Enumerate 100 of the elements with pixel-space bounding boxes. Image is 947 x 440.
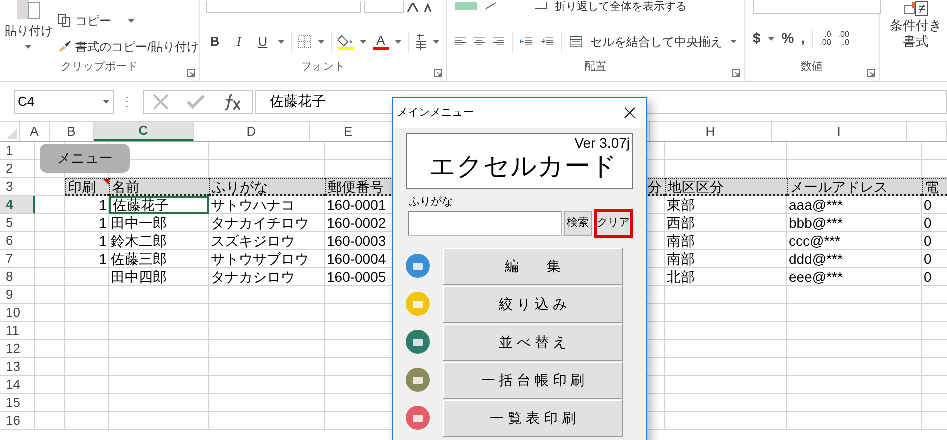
conditional-format-button[interactable]: 条件付き 書式 (890, 18, 942, 50)
underline-button[interactable]: U (254, 32, 272, 52)
row-header[interactable]: 4 (0, 196, 35, 214)
table-cell-text: ccc@*** (788, 232, 842, 250)
active-cell[interactable]: 佐藤花子 (109, 196, 209, 214)
increase-indent-icon[interactable] (540, 36, 554, 48)
comma-button[interactable]: , (801, 28, 806, 49)
italic-button[interactable]: I (230, 32, 248, 52)
decrease-decimal-button[interactable]: .00 .0 (838, 30, 850, 46)
menu-button[interactable]: 並 べ 替 え (443, 324, 623, 360)
search-field[interactable] (408, 211, 562, 236)
fill-color-icon[interactable] (338, 34, 354, 50)
dialog-launcher-icon[interactable] (867, 69, 875, 77)
align-center-icon[interactable] (474, 36, 485, 48)
column-title-cell: ふりがな (209, 178, 325, 196)
caret-icon (278, 40, 285, 44)
clear-button[interactable]: クリア (594, 209, 633, 238)
align-right-icon[interactable] (492, 36, 504, 48)
table-cell-text: タナカイチロウ (210, 214, 310, 232)
align-left-icon[interactable] (455, 36, 466, 48)
function-icon[interactable] (223, 92, 243, 110)
table-cell-text: ddd@*** (788, 250, 844, 268)
decrease-indent-icon[interactable] (520, 36, 533, 48)
column-title-cell: メールアドレス (787, 178, 922, 196)
format-painter-button[interactable]: 書式のコピー/貼り付け (76, 38, 199, 56)
close-icon[interactable] (624, 107, 636, 119)
merge-center-button[interactable]: セルを結合して中央揃え (590, 33, 723, 51)
copy-button[interactable]: コピー (76, 12, 112, 30)
menu-button[interactable]: 一 覧 表 印 刷 (443, 400, 623, 436)
menu-button[interactable]: 編 集 (443, 248, 623, 284)
caret-icon (433, 40, 440, 44)
conditional-format-icon[interactable] (903, 0, 929, 18)
column-title-cell: 名前 (109, 178, 209, 196)
wrap-text-button[interactable]: 折り返して全体を表示する (555, 2, 687, 13)
grow-font-icon[interactable] (407, 2, 419, 12)
dialog-launcher-icon[interactable] (434, 69, 442, 77)
shrink-font-icon[interactable] (422, 2, 434, 12)
caret-icon (395, 40, 402, 44)
caret-icon (318, 40, 325, 44)
bold-button[interactable]: B (206, 32, 224, 52)
percent-button[interactable]: % (782, 28, 794, 49)
phonetic-guide-icon[interactable] (415, 34, 427, 50)
table-cell-text: 南部 (666, 250, 696, 268)
column-title-cell: 印刷 (65, 178, 109, 196)
column-title-cell: 分 (645, 178, 665, 196)
border-icon[interactable] (298, 35, 312, 49)
currency-button[interactable]: $ (753, 28, 761, 49)
column-title-cell: 電 (922, 178, 947, 196)
dialog-launcher-icon[interactable] (732, 69, 740, 77)
dialog-launcher-icon[interactable] (187, 69, 195, 77)
caret-icon (103, 100, 110, 104)
table-cell-text: 1 (98, 196, 108, 214)
table-cell-text: サトウサブロウ (210, 250, 310, 268)
increase-decimal-button[interactable]: .0 .00 (820, 30, 832, 46)
table-cell-text: サトウハナコ (210, 196, 296, 214)
font-size-field[interactable] (364, 1, 404, 13)
orientation-icon[interactable] (485, 2, 497, 10)
caret-icon (128, 19, 135, 23)
dialog-title: メインメニュー (397, 106, 474, 121)
group-label: クリップボード (61, 60, 138, 74)
number-format-field[interactable] (753, 0, 881, 14)
merge-cells-icon[interactable] (570, 35, 583, 49)
menu-button[interactable]: 絞 り 込 み (443, 286, 623, 322)
clipboard-icon[interactable] (16, 0, 42, 20)
table-cell-text: 西部 (666, 214, 696, 232)
column-header[interactable]: C (94, 122, 194, 141)
table-cell-text: aaa@*** (788, 196, 844, 214)
table-cell-text: 1 (98, 250, 108, 268)
caret-icon (25, 45, 32, 49)
table-cell-text: 1 (98, 214, 108, 232)
table-cell-text: 0 (923, 268, 933, 286)
wrap-text-icon[interactable] (535, 2, 547, 10)
table-cell-text: 160-0003 (326, 232, 388, 250)
table-cell-text: スズキジロウ (210, 232, 296, 250)
table-cell-text: eee@*** (788, 268, 844, 286)
table-cell-text: 160-0002 (326, 214, 388, 232)
table-cell-text: bbb@*** (788, 214, 844, 232)
app-title: エクセルカード (430, 151, 618, 181)
checkmark-icon[interactable] (187, 94, 205, 108)
table-cell-text: 0 (923, 250, 933, 268)
version-label: Ver 3.07j (574, 135, 631, 151)
table-cell-text: 田中一郎 (110, 214, 168, 232)
table-cell-text: 東部 (666, 196, 696, 214)
paintbrush-icon[interactable] (58, 41, 72, 53)
table-cell-text: 北部 (666, 268, 696, 286)
copy-icon[interactable] (58, 14, 72, 28)
menu-button[interactable]: 一 括 台 帳 印 刷 (443, 362, 623, 398)
table-cell-text: 160-0005 (326, 268, 388, 286)
table-cell-text: 0 (923, 196, 933, 214)
paste-button[interactable]: 貼り付け (4, 25, 53, 37)
name-box[interactable]: C4 (14, 90, 114, 114)
search-button[interactable]: 検索 (564, 211, 592, 236)
caret-icon (730, 40, 736, 44)
column-title-cell: 地区区分 (665, 178, 787, 196)
search-label: ふりがな (409, 196, 453, 208)
table-cell-text: 佐藤三郎 (110, 250, 168, 268)
font-name-field[interactable] (206, 1, 361, 13)
menu-shape-button[interactable]: メニュー (40, 144, 130, 173)
table-cell-text: 田中四郎 (110, 268, 168, 286)
table-cell-text: 160-0004 (326, 250, 388, 268)
